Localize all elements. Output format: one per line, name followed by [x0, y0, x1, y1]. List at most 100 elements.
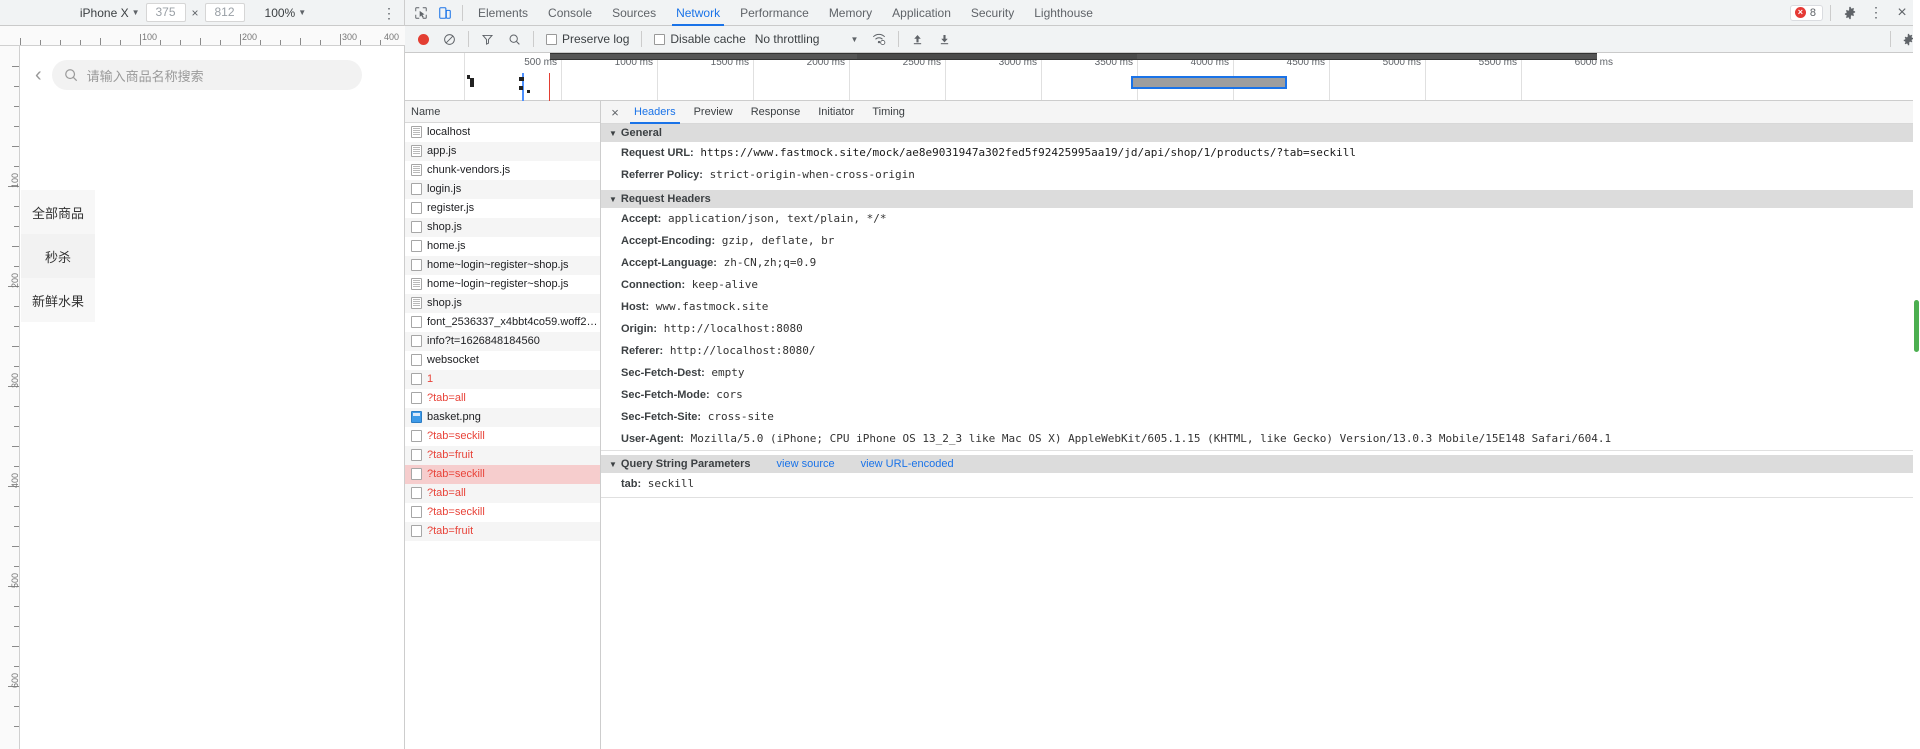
request-headers-section-title: Request Headers: [620, 193, 711, 205]
tab-memory[interactable]: Memory: [819, 0, 882, 26]
header-key: User-Agent:: [621, 433, 684, 445]
toggle-device-toolbar-icon[interactable]: [433, 2, 457, 24]
request-row[interactable]: ?tab=fruit: [405, 446, 600, 465]
document-file-icon: [411, 278, 422, 290]
request-row[interactable]: localhost: [405, 123, 600, 142]
search-button[interactable]: [501, 33, 528, 46]
detail-tab-headers[interactable]: Headers: [625, 101, 685, 124]
device-height-input[interactable]: 812: [204, 3, 245, 22]
tab-lighthouse[interactable]: Lighthouse: [1024, 0, 1103, 26]
request-row[interactable]: app.js: [405, 142, 600, 161]
request-row[interactable]: shop.js: [405, 218, 600, 237]
error-count-badge[interactable]: × 8: [1789, 4, 1823, 21]
gear-icon[interactable]: [1838, 2, 1862, 24]
request-headers-section-header[interactable]: ▼ Request Headers: [601, 190, 1920, 208]
request-name: localhost: [427, 126, 471, 138]
record-button[interactable]: [411, 33, 436, 45]
devtools-more-options-icon[interactable]: ⋮: [1864, 2, 1888, 24]
tab-elements[interactable]: Elements: [468, 0, 538, 26]
request-row[interactable]: info?t=1626848184560: [405, 332, 600, 351]
tab-sources[interactable]: Sources: [602, 0, 666, 26]
overview-body[interactable]: 500 ms 1000 ms 1500 ms 2000 ms 2500 ms 3…: [465, 53, 1920, 101]
ruler-v-label-200: 200: [10, 272, 20, 288]
request-row[interactable]: login.js: [405, 180, 600, 199]
category-item-fruit[interactable]: 新鲜水果: [21, 278, 95, 322]
request-name: websocket: [427, 354, 479, 366]
request-row[interactable]: shop.js: [405, 294, 600, 313]
generic-file-icon: [411, 259, 422, 271]
request-row[interactable]: ?tab=seckill: [405, 427, 600, 446]
tab-performance[interactable]: Performance: [730, 0, 819, 26]
close-detail-icon[interactable]: ×: [605, 105, 625, 120]
preserve-log-checkbox[interactable]: Preserve log: [539, 32, 636, 46]
request-list-header[interactable]: Name: [405, 101, 600, 123]
request-row[interactable]: home~login~register~shop.js: [405, 256, 600, 275]
request-row[interactable]: ?tab=all: [405, 389, 600, 408]
tab-application[interactable]: Application: [882, 0, 961, 26]
scrollbar-thumb[interactable]: [1914, 300, 1919, 352]
device-selector[interactable]: iPhone X ▼: [74, 3, 146, 23]
devtools-tabbar-right: × 8 ⋮ ×: [1789, 2, 1920, 24]
request-row[interactable]: ?tab=seckill: [405, 503, 600, 522]
query-string-section-header[interactable]: ▼ Query String Parameters view source vi…: [601, 455, 1920, 473]
inspect-element-icon[interactable]: [409, 2, 433, 24]
window-scrollbar[interactable]: [1913, 0, 1920, 749]
view-source-link[interactable]: view source: [777, 458, 835, 470]
detail-tab-response[interactable]: Response: [742, 101, 810, 124]
detail-tabbar: × Headers Preview Response Initiator Tim…: [601, 101, 1920, 124]
request-url-value[interactable]: https://www.fastmock.site/mock/ae8e90319…: [700, 146, 1356, 159]
filter-button[interactable]: [474, 33, 501, 46]
tab-security[interactable]: Security: [961, 0, 1024, 26]
request-row[interactable]: register.js: [405, 199, 600, 218]
overview-selection-window[interactable]: [1131, 76, 1287, 89]
request-name: basket.png: [427, 411, 481, 423]
detail-tab-preview[interactable]: Preview: [685, 101, 742, 124]
close-icon[interactable]: ×: [1890, 2, 1914, 24]
device-more-options-button[interactable]: ⋮: [380, 6, 398, 20]
back-icon[interactable]: ‹: [35, 65, 42, 85]
request-rows[interactable]: localhost app.js chunk-vendors.js login.js r…: [405, 123, 600, 749]
toolbar-divider: [533, 31, 534, 47]
generic-file-icon: [411, 506, 422, 518]
category-item-seckill[interactable]: 秒杀: [21, 234, 95, 278]
disable-cache-label: Disable cache: [670, 32, 746, 46]
emulated-viewport[interactable]: ‹ 请输入商品名称搜索 全部商品 秒杀 新鲜水果: [21, 47, 376, 749]
request-list[interactable]: Name localhost app.js chunk-vendors.js logi…: [405, 101, 601, 749]
disable-cache-checkbox[interactable]: Disable cache: [647, 32, 752, 46]
request-name: ?tab=all: [427, 487, 466, 499]
devtools-panel: Elements Console Sources Network Perform…: [405, 0, 1920, 749]
ruler-v-label-400: 400: [10, 472, 20, 488]
throttling-selector[interactable]: No throttling ▼: [753, 32, 866, 46]
horizontal-ruler: 100 200 300 400: [0, 26, 405, 46]
request-row[interactable]: home.js: [405, 237, 600, 256]
zoom-selector[interactable]: 100% ▼: [259, 3, 313, 23]
category-item-all[interactable]: 全部商品: [21, 190, 95, 234]
network-overview-timeline[interactable]: 500 ms 1000 ms 1500 ms 2000 ms 2500 ms 3…: [405, 53, 1920, 101]
general-section-header[interactable]: ▼ General: [601, 124, 1920, 142]
search-input[interactable]: 请输入商品名称搜索: [51, 60, 362, 90]
request-row[interactable]: chunk-vendors.js: [405, 161, 600, 180]
request-row[interactable]: ?tab=fruit: [405, 522, 600, 541]
generic-file-icon: [411, 240, 422, 252]
devtools-tabbar: Elements Console Sources Network Perform…: [405, 0, 1920, 26]
request-row[interactable]: home~login~register~shop.js: [405, 275, 600, 294]
device-width-input[interactable]: 375: [145, 3, 186, 22]
generic-file-icon: [411, 354, 422, 366]
import-har-button[interactable]: [904, 33, 931, 46]
tab-network[interactable]: Network: [666, 0, 730, 26]
request-row[interactable]: websocket: [405, 351, 600, 370]
view-url-encoded-link[interactable]: view URL-encoded: [861, 458, 954, 470]
detail-tab-timing[interactable]: Timing: [863, 101, 914, 124]
detail-tab-initiator[interactable]: Initiator: [809, 101, 863, 124]
generic-file-icon: [411, 430, 422, 442]
header-key: Sec-Fetch-Site:: [621, 411, 702, 423]
request-row[interactable]: basket.png: [405, 408, 600, 427]
request-row[interactable]: font_2536337_x4bbt4co59.woff2?…: [405, 313, 600, 332]
network-conditions-button[interactable]: [865, 32, 893, 46]
export-har-button[interactable]: [931, 33, 958, 46]
request-row[interactable]: 1: [405, 370, 600, 389]
tab-console[interactable]: Console: [538, 0, 602, 26]
clear-button[interactable]: [436, 33, 463, 46]
request-row[interactable]: ?tab=all: [405, 484, 600, 503]
request-row[interactable]: ?tab=seckill: [405, 465, 600, 484]
